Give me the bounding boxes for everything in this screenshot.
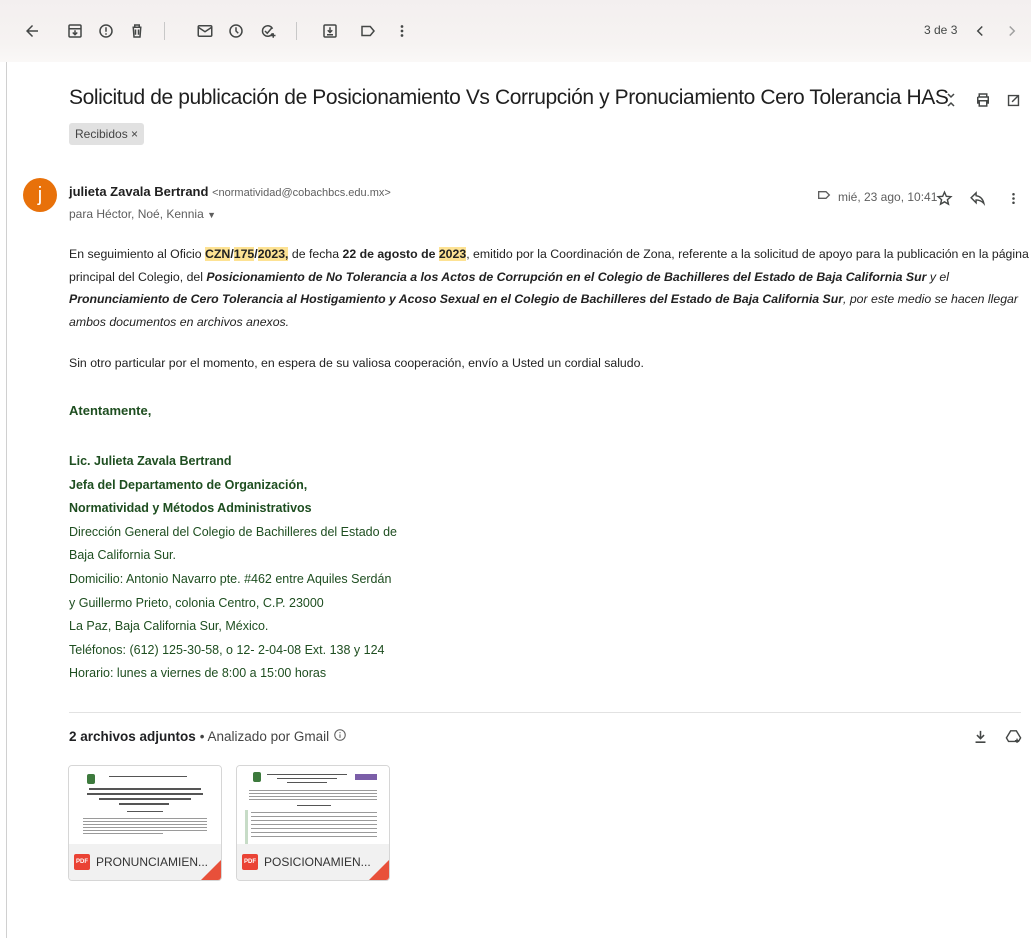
move-to-icon[interactable] [318,19,342,43]
sig-title-2: Normatividad y Métodos Administrativos [69,501,312,516]
labels-icon[interactable] [356,19,380,43]
sig-address-2: y Guillermo Prieto, colonia Centro, C.P.… [69,595,324,610]
recipients-text: para Héctor, Noé, Kennia [69,207,204,221]
sig-address-1: Domicilio: Antonio Navarro pte. #462 ent… [69,571,392,586]
chevron-down-icon[interactable]: ▼ [207,210,216,220]
logo-icon [87,774,95,784]
mark-unread-icon[interactable] [193,19,217,43]
body-text: de fecha [288,247,343,261]
pdf-icon: PDF [74,854,90,870]
toolbar: 3 de 3 [0,0,1031,62]
logo-right-icon [355,774,377,780]
pdf-icon: PDF [242,854,258,870]
avatar[interactable]: j [23,178,57,212]
older-chevron-icon[interactable] [1000,19,1024,43]
add-to-tasks-icon[interactable] [256,19,280,43]
more-vert-icon[interactable] [390,19,414,43]
attachment-preview [237,766,389,844]
open-in-new-window-icon[interactable] [1003,90,1023,110]
email-date: mié, 23 ago, 10:41 [838,189,938,204]
closing: Atentamente, [69,403,152,418]
attachment-filename: PRONUNCIAMIEN... [96,855,209,869]
reply-icon[interactable] [967,188,987,208]
label-chip-inbox[interactable]: Recibidos × [69,123,145,145]
sig-title-1: Jefa del Departamento de Organización, [69,477,308,492]
page-corner-icon [369,860,389,880]
sender-name[interactable]: julieta Zavala Bertrand [69,184,208,199]
body-text: 22 de agosto de [342,247,439,261]
attachment-footer: PDF POSICIONAMIEN... [237,844,389,880]
search-highlight: 2023 [438,247,467,261]
search-highlight: CZN [205,247,231,261]
attachments-divider [69,712,1021,713]
body-bold-italic: Posicionamiento de No Tolerancia a los A… [206,269,927,284]
print-icon[interactable] [973,90,993,110]
attachment-card-2[interactable]: PDF POSICIONAMIEN... [236,765,390,881]
date-area: mié, 23 ago, 10:41 [816,187,937,206]
sig-phones: Teléfonos: (612) 125-30-58, o 12- 2-04-0… [69,642,385,657]
search-highlight: 175 [233,247,255,261]
download-all-icon[interactable] [970,726,990,746]
attachments-count: 2 archivos adjuntos [69,729,196,744]
scanned-by-gmail: • Analizado por Gmail [199,729,330,744]
sig-org-2: Baja California Sur. [69,548,177,563]
info-icon[interactable] [333,728,347,745]
collapse-all-icon[interactable] [941,90,961,110]
label-icon [816,187,832,206]
newer-chevron-icon[interactable] [968,19,992,43]
sig-org-1: Dirección General del Colegio de Bachill… [69,524,397,539]
back-arrow-icon[interactable] [20,19,44,43]
sig-name: Lic. Julieta Zavala Bertrand [69,454,232,468]
sig-city: La Paz, Baja California Sur, México. [69,619,269,634]
body-bold-italic: Pronunciamiento de Cero Tolerancia al Ho… [69,292,843,306]
sig-hours: Horario: lunes a viernes de 8:00 a 15:00… [69,666,327,681]
snooze-icon[interactable] [224,19,248,43]
body-paragraph-1: En seguimiento al Oficio CZN/175/2023, d… [69,243,1029,333]
archive-icon[interactable] [63,19,87,43]
sender-email: <normatividad@cobachbcs.edu.mx> [212,187,391,199]
star-icon[interactable] [934,188,954,208]
report-spam-icon[interactable] [94,19,118,43]
attachment-footer: PDF PRONUNCIAMIEN... [69,844,221,880]
sender-line: julieta Zavala Bertrand <normatividad@co… [69,184,391,199]
add-to-drive-icon[interactable] [1003,726,1023,746]
margin-bar [245,810,248,844]
pagination-count: 3 de 3 [924,23,958,37]
body-text: En seguimiento al Oficio [69,247,206,261]
attachment-preview [69,766,221,844]
body-paragraph-2: Sin otro particular por el momento, en e… [69,356,644,370]
page-corner-icon [201,860,221,880]
email-subject: Solicitud de publicación de Posicionamie… [69,86,949,109]
search-highlight: 2023, [257,247,289,261]
attachment-card-1[interactable]: PDF PRONUNCIAMIEN... [68,765,222,881]
body-text: y el [926,269,949,284]
signature: Lic. Julieta Zavala Bertrand Jefa del De… [69,450,469,686]
message-more-icon[interactable] [1003,188,1023,208]
recipients[interactable]: para Héctor, Noé, Kennia ▼ [69,207,216,221]
toolbar-separator [164,22,165,40]
toolbar-separator [296,22,297,40]
delete-icon[interactable] [125,19,149,43]
attachments-header: 2 archivos adjuntos • Analizado por Gmai… [69,728,347,745]
logo-icon [253,772,261,782]
left-border [6,62,7,938]
attachment-filename: POSICIONAMIEN... [264,855,371,869]
